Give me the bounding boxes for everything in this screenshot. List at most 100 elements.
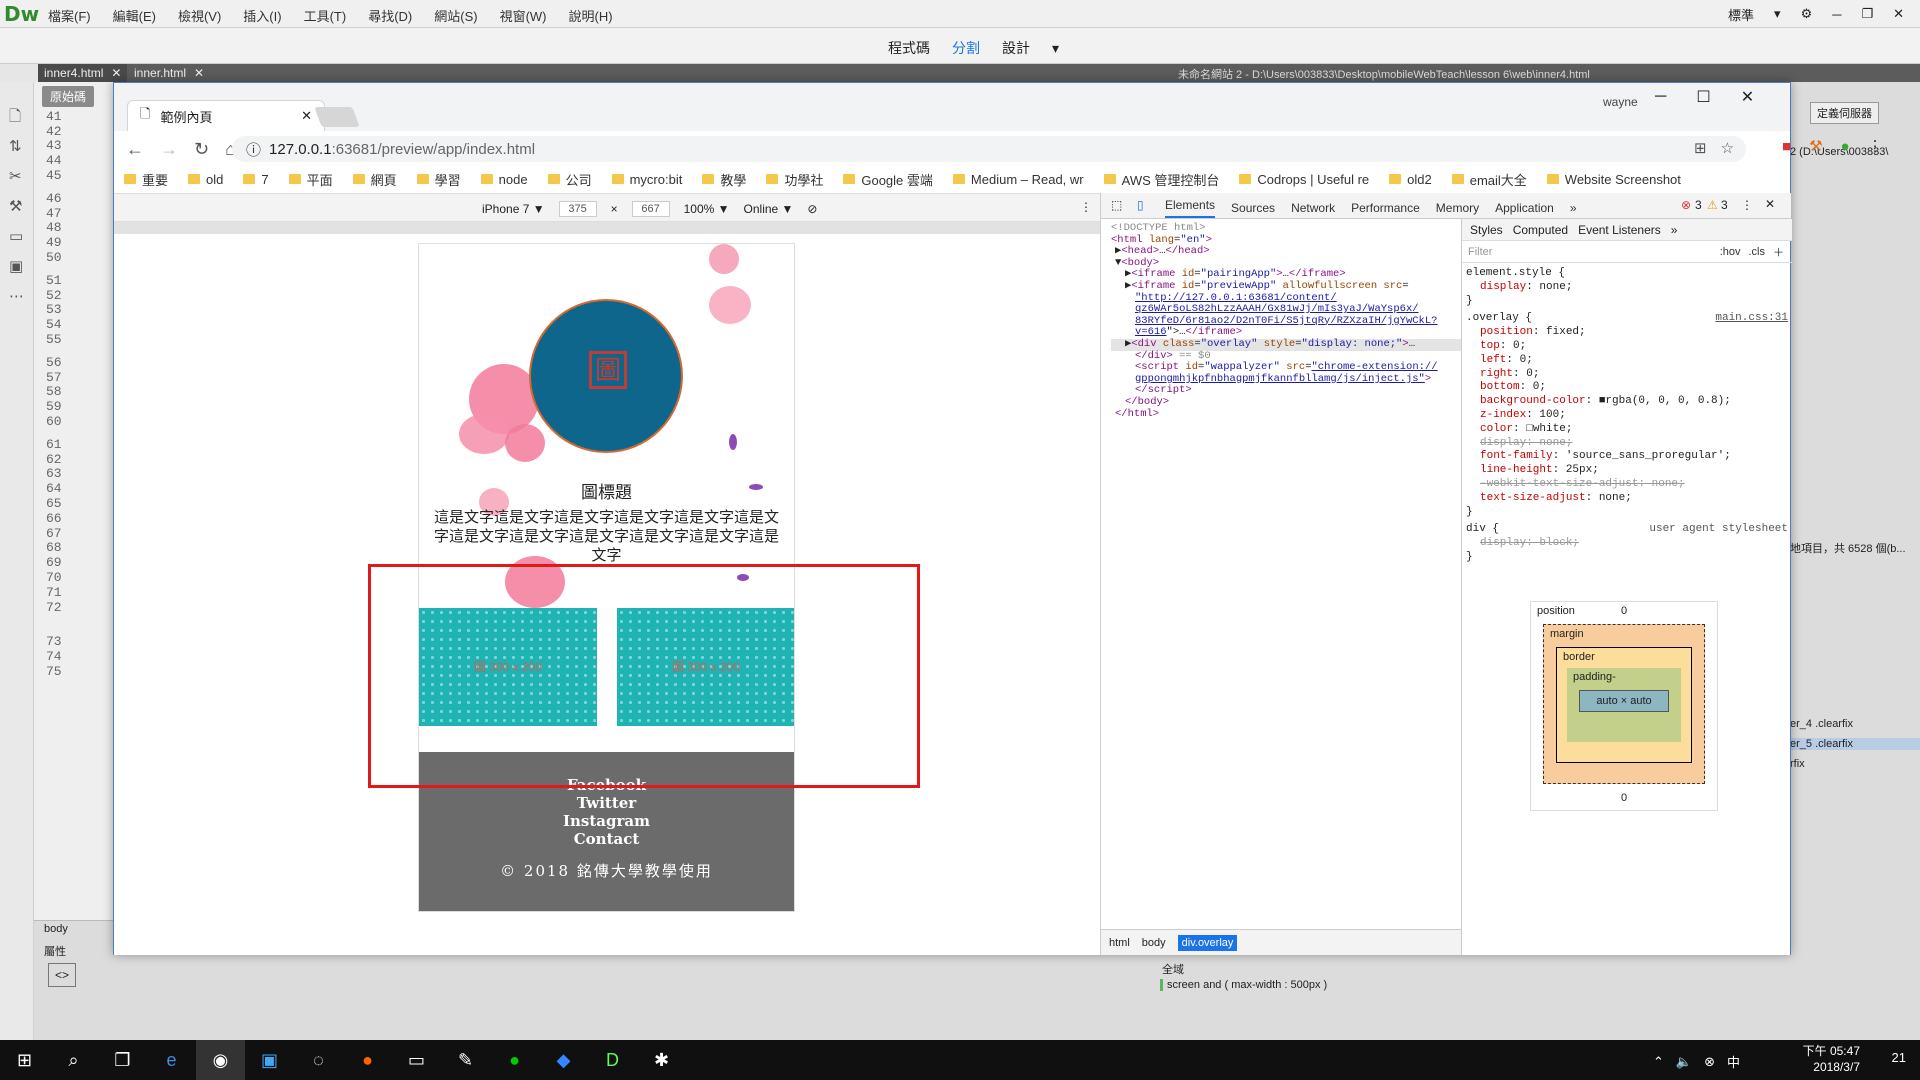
comment-icon[interactable]: ▭ [9,222,24,252]
bookmark[interactable]: Medium – Read, wr [952,172,1084,187]
extension-green-icon[interactable]: ● [1841,138,1850,155]
search-icon[interactable]: ⌕ [49,1040,98,1080]
doc-tab-inner4[interactable]: inner4.html ✕ [38,64,128,82]
bookmark[interactable]: 公司 [547,170,592,189]
new-tab-button[interactable] [314,107,360,127]
gear-icon[interactable]: ⚙ [1801,6,1813,22]
height-input[interactable]: 667 [631,201,670,217]
sort-icon[interactable]: ⇅ [9,132,24,162]
start-icon[interactable]: ⊞ [0,1040,49,1080]
chevron-down-icon[interactable]: ▾ [1774,6,1781,22]
device-select[interactable]: iPhone 7 ▼ [482,202,545,216]
minimize-button[interactable]: ─ [1655,88,1666,106]
cls-toggle[interactable]: .cls [1749,246,1766,258]
bookmark[interactable]: 教學 [702,170,746,189]
tab-computed[interactable]: Computed [1513,223,1568,237]
bookmark[interactable]: 功學社 [766,170,823,189]
styles-filter[interactable]: Filter :hov .cls ＋ [1462,241,1792,263]
warning-icon[interactable]: ⚠ [1707,198,1718,212]
clock[interactable]: 下午 05:47 2018/3/7 [1803,1043,1860,1075]
wand-icon[interactable]: ⚒ [9,192,24,222]
view-split[interactable]: 分割 [952,38,980,58]
close-icon[interactable]: ✕ [301,108,312,124]
crumb-body[interactable]: body [1142,937,1166,949]
view-code[interactable]: 程式碼 [888,38,930,58]
address-bar[interactable]: ⓘ 127.0.0.1:63681/preview/app/index.html [232,136,1746,162]
reload-icon[interactable]: ↻ [194,139,209,160]
error-icon[interactable]: ⊗ [1681,198,1691,212]
bookmark[interactable]: old2 [1389,172,1432,187]
maps-icon[interactable]: ◆ [539,1040,588,1080]
define-server-button[interactable]: 定義伺服器 [1810,102,1879,124]
bookmark[interactable]: Website Screenshot [1546,172,1681,187]
filter-input[interactable]: Filter [1468,246,1712,258]
device-toggle-icon[interactable]: ▯ [1137,198,1144,212]
bookmark[interactable]: 網頁 [352,170,397,189]
chrome-icon[interactable]: ◉ [196,1040,245,1080]
menu-item[interactable]: 工具(T) [304,6,347,25]
bookmark[interactable]: Codrops | Useful re [1239,172,1369,187]
css-rules[interactable]: element.style { display: none; } .overla… [1466,267,1788,565]
footer-link-contact[interactable]: Contact [419,830,794,848]
menu-item[interactable]: 視窗(W) [500,6,547,25]
menu-item[interactable]: 網站(S) [434,6,477,25]
ime-icon[interactable]: ⊗ [1704,1054,1715,1070]
maximize-button[interactable]: ☐ [1696,87,1710,107]
star-icon[interactable]: ☆ [1721,139,1734,157]
rule-source[interactable]: main.css:31 [1715,312,1788,326]
photoshop-icon[interactable]: ▣ [245,1040,294,1080]
bookmark[interactable]: node [480,172,528,187]
ie-icon[interactable]: e [147,1040,196,1080]
more-icon[interactable]: ⋯ [9,282,24,312]
selector-item[interactable]: er_4 .clearfix [1790,718,1853,730]
forward-icon[interactable]: → [160,139,178,160]
tab-event-listeners[interactable]: Event Listeners [1578,223,1661,237]
extension-hammer-icon[interactable]: ⚒ [1809,137,1822,155]
close-button[interactable]: ✕ [1893,6,1904,22]
menu-item[interactable]: 說明(H) [569,6,613,25]
info-icon[interactable]: ⓘ [246,139,261,160]
footer-link-instagram[interactable]: Instagram [419,812,794,830]
hov-toggle[interactable]: :hov [1720,246,1741,258]
translate-icon[interactable]: ⊞ [1694,139,1707,157]
menu-item[interactable]: 編輯(E) [113,6,156,25]
slack-icon[interactable]: ✱ [637,1040,686,1080]
browser-tab[interactable]: 🗋 範例內頁 ✕ [127,100,325,131]
keyboard-icon[interactable]: 中 [1727,1052,1740,1071]
throttle-select[interactable]: Online ▼ [744,202,794,216]
menu-item[interactable]: 尋找(D) [368,6,412,25]
footer-link-twitter[interactable]: Twitter [419,794,794,812]
devtools-menu-icon[interactable]: ⋮ [1741,198,1753,212]
minimize-button[interactable]: ─ [1832,7,1841,22]
firefox-icon[interactable]: ● [343,1040,392,1080]
notification-count[interactable]: 21 [1892,1050,1906,1065]
devtools-tab[interactable]: Memory [1436,201,1479,215]
snippet-icon[interactable]: ▣ [9,252,24,282]
line-icon[interactable]: ● [490,1040,539,1080]
source-code-button[interactable]: 原始碼 [42,86,95,107]
devtools-tab[interactable]: Network [1291,201,1335,215]
view-design[interactable]: 設計 [1002,38,1030,58]
menu-item[interactable]: 檢視(V) [178,6,221,25]
devtools-tab[interactable]: Performance [1351,201,1420,215]
width-input[interactable]: 375 [558,201,597,217]
menu-icon[interactable]: ⋮ [1868,137,1883,155]
bookmark[interactable]: email大全 [1451,170,1527,189]
crumb-overlay[interactable]: div.overlay [1177,934,1238,951]
tab-styles[interactable]: Styles [1470,223,1503,237]
bookmark[interactable]: 7 [243,172,269,187]
tools-icon[interactable]: ✂ [9,162,24,192]
add-rule-icon[interactable]: ＋ [1773,244,1792,260]
bookmark[interactable]: AWS 管理控制台 [1103,170,1219,189]
profile-name[interactable]: wayne [1603,95,1638,109]
chevron-down-icon[interactable]: ▾ [1052,40,1059,57]
doc-tab-inner[interactable]: inner.html ✕ [128,64,210,82]
notepad-icon[interactable]: ✎ [441,1040,490,1080]
bookmark[interactable]: Google 雲端 [843,170,933,189]
devtools-tab[interactable]: Sources [1231,201,1275,215]
devtools-tab[interactable]: Application [1495,201,1554,215]
devtools-tab[interactable]: Elements [1165,198,1216,218]
bookmark[interactable]: 平面 [288,170,333,189]
more-tabs-icon[interactable]: » [1671,223,1678,237]
terminal-icon[interactable]: ▭ [392,1040,441,1080]
